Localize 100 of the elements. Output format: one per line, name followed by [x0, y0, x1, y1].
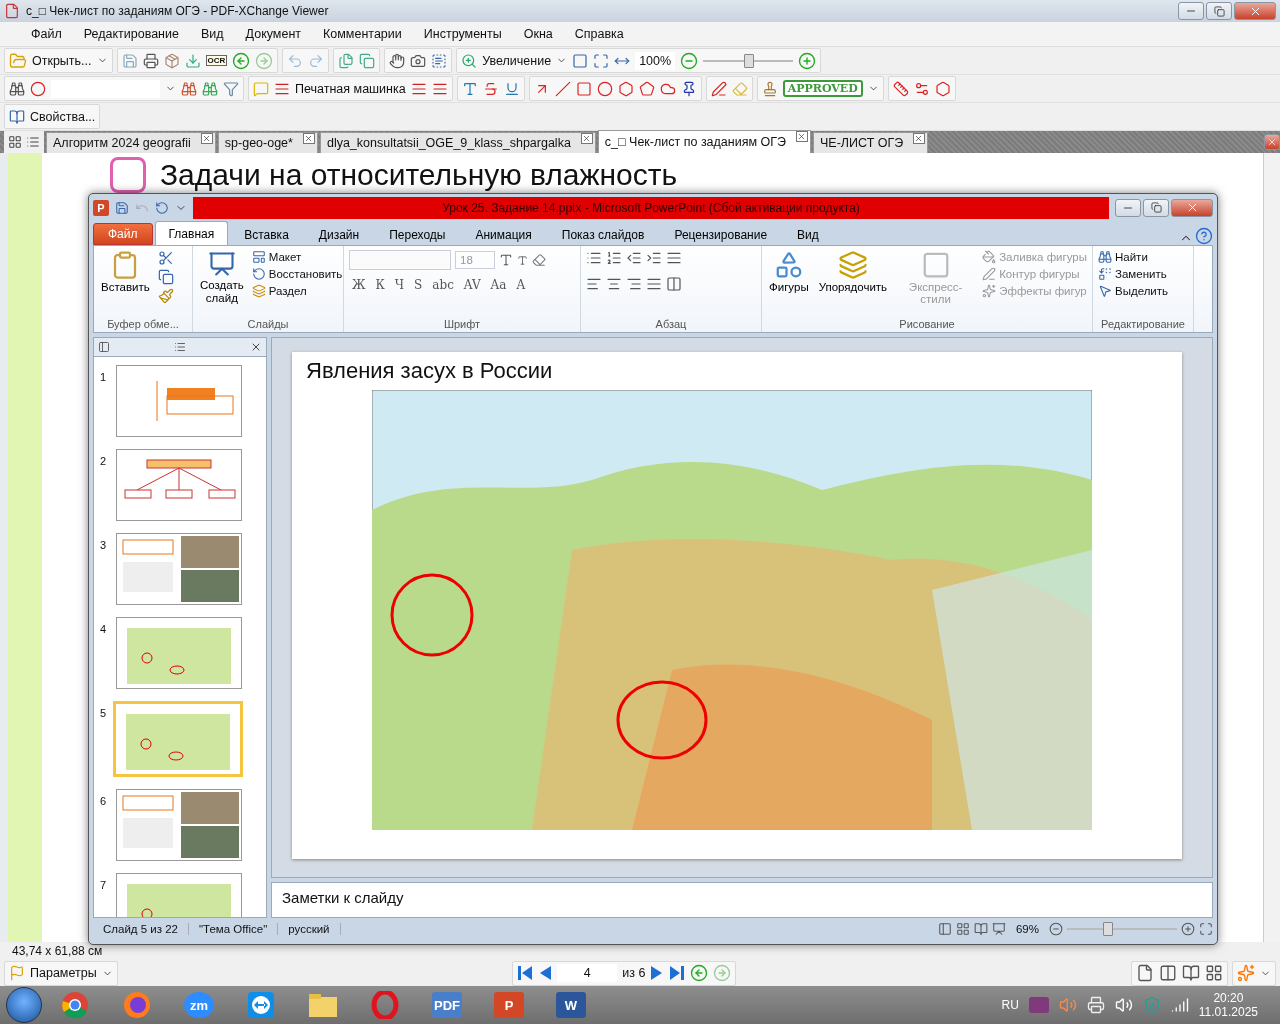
new-slide-button[interactable]: Создать слайд	[198, 250, 246, 318]
font-format-button[interactable]: Aa	[487, 278, 510, 292]
zoom-in-icon[interactable]	[1181, 922, 1195, 936]
menu-item[interactable]: Справка	[563, 27, 635, 41]
zoom-icon[interactable]	[461, 52, 478, 69]
copy-icon[interactable]	[359, 52, 376, 69]
zoom-slider-thumb[interactable]	[1103, 922, 1113, 936]
fit-slide-icon[interactable]	[1199, 922, 1213, 936]
first-page-icon[interactable]	[517, 965, 534, 981]
zoom-out-icon[interactable]	[1049, 922, 1063, 936]
binoculars-icon[interactable]	[9, 80, 25, 97]
font-format-button[interactable]: A	[513, 278, 529, 292]
strikeout-icon[interactable]	[482, 80, 499, 97]
layout-button[interactable]: Макет	[251, 250, 302, 264]
thumbnails-icon[interactable]	[8, 135, 22, 149]
align-center-icon[interactable]	[606, 276, 622, 292]
effects-icon[interactable]	[1237, 964, 1255, 982]
slide-thumbnail[interactable]	[116, 533, 242, 605]
options-button[interactable]: Параметры	[30, 966, 97, 980]
underline-icon[interactable]	[503, 80, 520, 97]
slide-icon[interactable]	[207, 250, 236, 278]
repeat-icon[interactable]	[155, 200, 169, 215]
menu-item[interactable]: Инструменты	[412, 27, 513, 41]
font-format-button[interactable]: abc	[429, 278, 457, 292]
minimize-button[interactable]	[1178, 2, 1204, 20]
document-tab[interactable]: с_□ Чек-лист по заданиям ОГЭ	[597, 130, 811, 153]
ocr-icon[interactable]: OCR	[205, 55, 228, 66]
slide-thumbnail[interactable]	[113, 701, 243, 777]
save-icon[interactable]	[115, 200, 129, 215]
ribbon-tab[interactable]: Вид	[783, 223, 833, 245]
download-icon[interactable]	[184, 52, 201, 69]
camera-icon[interactable]	[410, 52, 427, 69]
printer-icon[interactable]	[1086, 996, 1105, 1014]
tab-list-icon[interactable]	[26, 135, 40, 149]
sorter-view-icon[interactable]	[955, 922, 970, 936]
menu-item[interactable]: Вид	[189, 27, 235, 41]
back-icon[interactable]	[690, 964, 709, 982]
replace-button[interactable]: Заменить	[1098, 267, 1167, 281]
format-painter-icon[interactable]	[157, 288, 174, 304]
font-field[interactable]	[349, 250, 451, 270]
menu-item[interactable]: Редактирование	[72, 27, 190, 41]
document-tab[interactable]: Алгоритм 2024 geografii	[46, 132, 216, 153]
zoom-slider-thumb[interactable]	[744, 53, 755, 68]
slide-thumbnail[interactable]	[116, 789, 242, 861]
bullets-icon[interactable]	[586, 250, 602, 266]
slide-thumbnail[interactable]	[116, 365, 242, 437]
shapes-button[interactable]: Фигуры	[767, 250, 811, 318]
document-tab[interactable]: ЧЕ-ЛИСТ ОГЭ	[813, 132, 929, 153]
ribbon-tab[interactable]: Дизайн	[304, 223, 374, 245]
shrink-font-icon[interactable]	[517, 254, 528, 266]
close-icon[interactable]	[250, 341, 262, 353]
ribbon-tab[interactable]: Показ слайдов	[547, 223, 659, 245]
close-button[interactable]	[1171, 198, 1213, 217]
remote-app-icon[interactable]	[247, 991, 275, 1019]
ribbon-tab[interactable]: Рецензирование	[660, 223, 782, 245]
slideshow-icon[interactable]	[991, 922, 1006, 936]
section-button[interactable]: Раздел	[251, 284, 307, 298]
align-left-icon[interactable]	[586, 276, 602, 292]
vertical-scrollbar[interactable]	[1263, 153, 1280, 942]
ribbon-tab[interactable]: Вставка	[230, 223, 303, 245]
print-icon[interactable]	[142, 52, 159, 69]
folder-icon[interactable]	[308, 992, 338, 1018]
fit-page-icon[interactable]	[593, 52, 610, 69]
word-app-icon[interactable]: W	[556, 992, 586, 1018]
minimize-button[interactable]	[1115, 198, 1141, 217]
paste-button[interactable]: Вставить	[99, 250, 152, 318]
page-number-field[interactable]: 4	[557, 964, 618, 982]
line-spacing-icon[interactable]	[666, 250, 682, 266]
slides-tab-icon[interactable]	[98, 341, 110, 353]
font-format-button[interactable]: Ж	[349, 278, 369, 292]
distance-icon[interactable]	[892, 80, 909, 97]
zoom-out-icon[interactable]	[680, 51, 699, 70]
section-icon[interactable]	[251, 284, 266, 298]
slide-thumbnail[interactable]	[116, 617, 242, 689]
zoom-in-icon[interactable]	[798, 51, 817, 70]
restore-button[interactable]	[1206, 2, 1232, 20]
menu-item[interactable]: Комментарии	[312, 27, 413, 41]
font-format-button[interactable]: AV	[460, 278, 484, 292]
line-icon[interactable]	[554, 80, 571, 97]
arrange-icon[interactable]	[837, 250, 868, 280]
decrease-indent-icon[interactable]	[626, 250, 642, 266]
language-indicator[interactable]: RU	[1001, 998, 1019, 1012]
grow-font-icon[interactable]	[499, 253, 513, 267]
reading-view-icon[interactable]	[973, 922, 988, 936]
find-button[interactable]: Найти	[1098, 250, 1148, 264]
pages-icon[interactable]	[338, 52, 355, 69]
file-tab[interactable]: Файл	[93, 223, 153, 245]
outline-tab-icon[interactable]	[174, 341, 186, 353]
last-page-icon[interactable]	[669, 965, 686, 981]
replace-icon[interactable]	[1098, 267, 1112, 281]
rectangle-icon[interactable]	[575, 80, 592, 97]
menu-item[interactable]: Файл	[20, 27, 73, 41]
ribbon-tab[interactable]: Анимация	[461, 223, 546, 245]
actual-size-icon[interactable]	[572, 52, 589, 69]
ribbon-tab[interactable]: Переходы	[375, 223, 460, 245]
back-icon[interactable]	[232, 51, 251, 70]
stamp-icon[interactable]	[761, 80, 778, 97]
previous-page-icon[interactable]	[538, 965, 553, 981]
hand-icon[interactable]	[389, 52, 406, 69]
copy-icon[interactable]	[157, 269, 174, 285]
